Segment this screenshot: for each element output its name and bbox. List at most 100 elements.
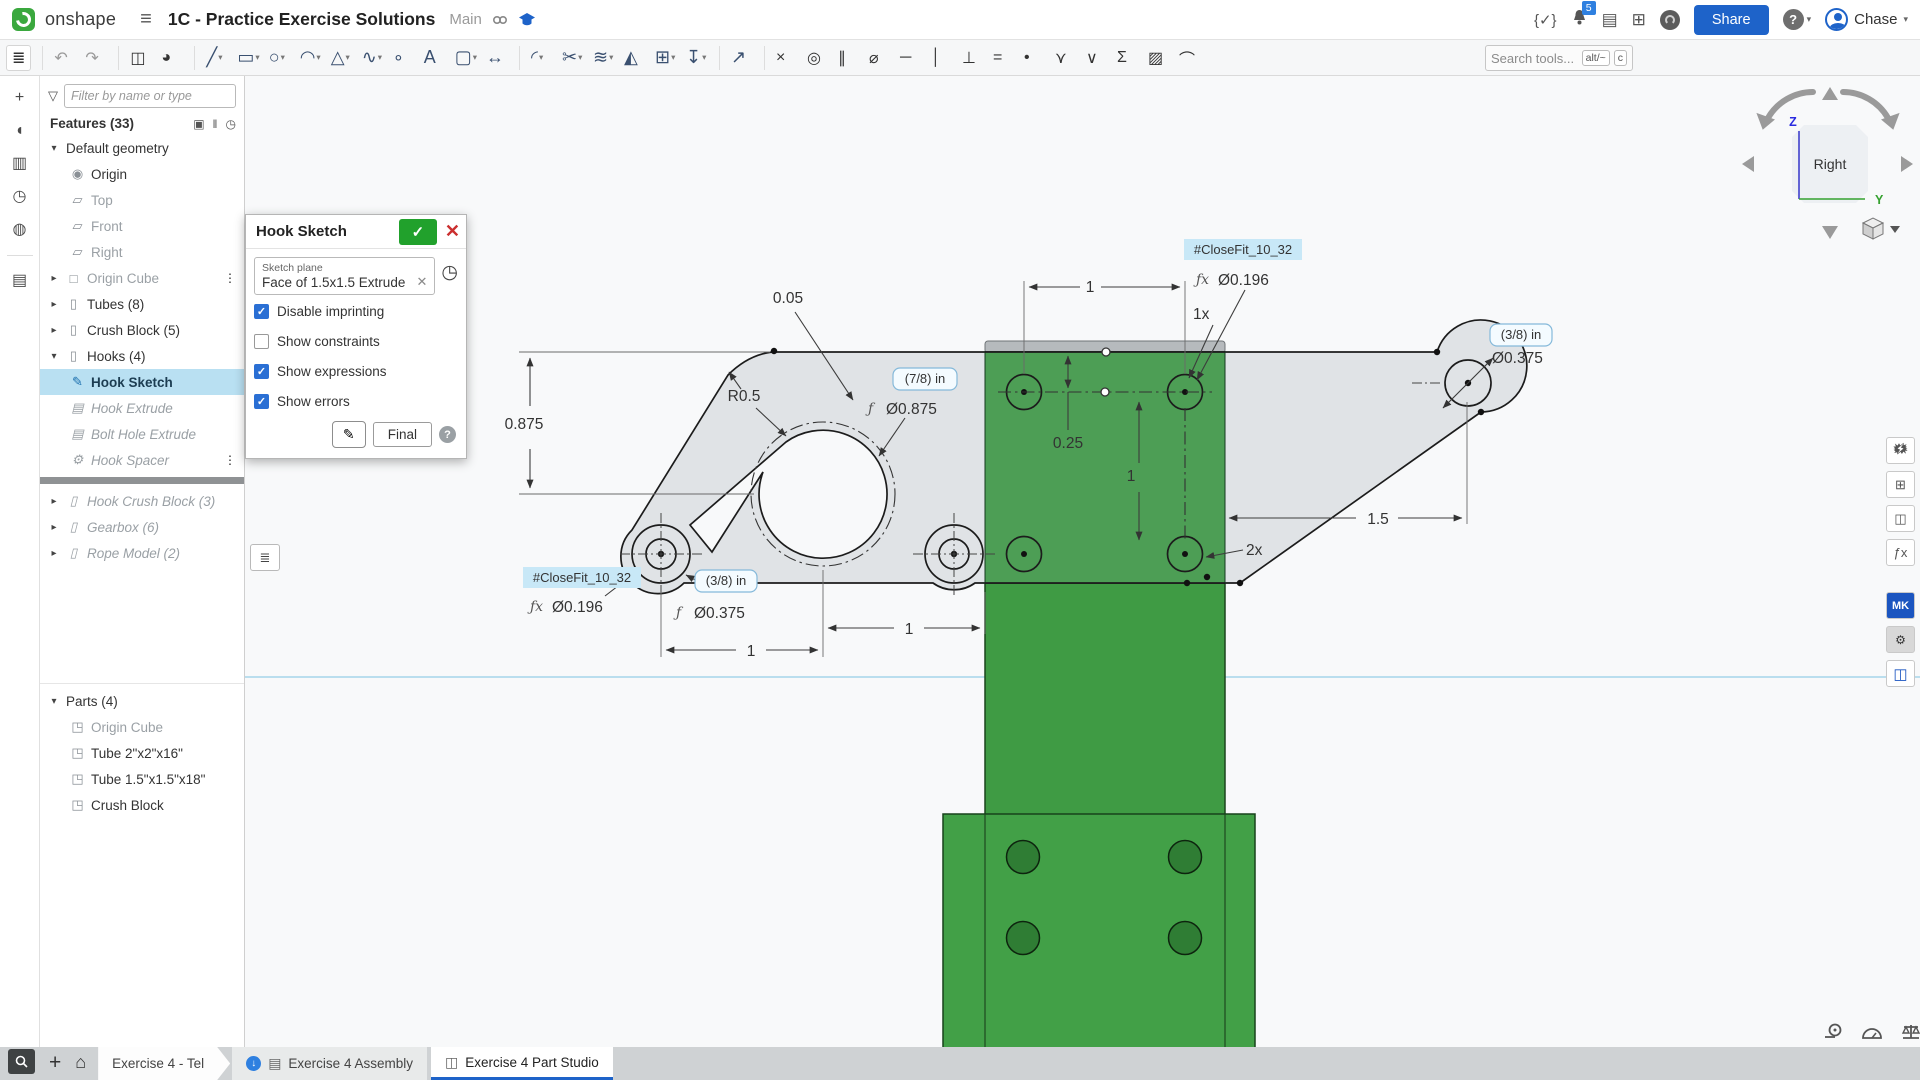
new-folder-icon[interactable]: ▣ — [193, 117, 204, 131]
show-curvature-icon[interactable]: ⌒ — [1179, 46, 1201, 70]
feature-row-tubes-folder[interactable]: ▸ ▯ Tubes (8) — [40, 291, 244, 317]
mass-properties-icon[interactable] — [1900, 1022, 1920, 1042]
cancel-button[interactable]: ✕ — [445, 221, 460, 242]
chevron-down-icon[interactable]: ▾ — [48, 351, 60, 362]
feature-row-hook-sketch[interactable]: ✎ Hook Sketch — [40, 369, 244, 395]
versions-icon[interactable]: {✓} — [1534, 11, 1557, 29]
trim-tool-icon[interactable]: ✂▾ — [562, 47, 584, 68]
new-tab-icon[interactable]: + — [49, 1051, 61, 1075]
dim-height-label[interactable]: 0.875 — [505, 416, 544, 433]
constraint-horizontal-icon[interactable]: ─ — [900, 49, 922, 67]
filter-icon[interactable]: ▽ — [48, 88, 58, 104]
accept-button[interactable]: ✓ — [399, 219, 437, 245]
feature-row-origin-cube[interactable]: ▸ □ Origin Cube ⋮ — [40, 265, 244, 291]
protractor-icon[interactable] — [1860, 1022, 1884, 1042]
constraint-symmetric-icon[interactable]: ⋎ — [1055, 48, 1077, 68]
closefit-top-label[interactable]: #CloseFit_10_32 — [1194, 242, 1292, 257]
insert-dxf-icon[interactable]: ↧▾ — [686, 47, 708, 68]
checkbox-unchecked-icon[interactable] — [254, 334, 269, 349]
history-icon[interactable]: ◷ — [13, 189, 27, 205]
feature-row-rope-model-folder[interactable]: ▸ ▯ Rope Model (2) — [40, 540, 244, 566]
rollback-bar[interactable] — [40, 477, 244, 484]
config-table-panel-icon[interactable]: ◫ — [1886, 505, 1915, 532]
documentation-panel-icon[interactable]: ◫ — [1886, 660, 1915, 687]
part-row-origin-cube[interactable]: ◳ Origin Cube — [40, 714, 244, 740]
rectangle-tool-icon[interactable]: ▭▾ — [237, 47, 259, 68]
main-menu-icon[interactable]: ≡ — [140, 8, 152, 31]
learning-center-icon[interactable] — [518, 12, 536, 27]
chevron-right-icon[interactable]: ▸ — [48, 522, 60, 533]
help-icon[interactable]: ? — [1783, 9, 1804, 30]
graphics-canvas[interactable]: 0.05 R0.5 0.875 (7/8) in ƒ Ø0.875 #Close… — [245, 76, 1920, 1047]
view-mode-cube-icon[interactable] — [1863, 218, 1900, 239]
polygon-tool-icon[interactable]: △▾ — [331, 47, 353, 68]
user-menu[interactable]: Chase ▾ — [1825, 8, 1908, 31]
fit-38-right-label[interactable]: (3/8) in — [1501, 327, 1541, 342]
feature-row-hook-crush-block-folder[interactable]: ▸ ▯ Hook Crush Block (3) — [40, 488, 244, 514]
feature-row-top-plane[interactable]: ▱ Top — [40, 187, 244, 213]
dim-1-vert-label[interactable]: 1 — [1127, 468, 1136, 485]
chevron-right-icon[interactable]: ▸ — [48, 496, 60, 507]
comments-icon[interactable]: ◖ — [15, 123, 25, 139]
feature-row-hooks-folder[interactable]: ▾ ▯ Hooks (4) — [40, 343, 244, 369]
line-tool-icon[interactable]: ╱▾ — [206, 47, 228, 68]
feature-row-hook-spacer[interactable]: ⚙ Hook Spacer ⋮ — [40, 447, 244, 473]
constraint-normal-icon[interactable]: ∨ — [1086, 48, 1108, 68]
learn-assistant-icon[interactable] — [1660, 10, 1680, 30]
offset-tool-icon[interactable]: ≋▾ — [593, 47, 615, 68]
dim-1-bottom-left-label[interactable]: 1 — [747, 643, 756, 660]
search-tabs-icon[interactable] — [8, 1049, 35, 1074]
tab-exercise-4-tel[interactable]: Exercise 4 - Tel — [98, 1047, 230, 1080]
checkbox-disable-imprinting[interactable]: ✓ Disable imprinting — [254, 297, 458, 325]
constraint-midpoint-icon[interactable]: • — [1024, 49, 1046, 67]
dim-gap-label[interactable]: 0.05 — [773, 290, 803, 307]
tab-exercise-4-part-studio[interactable]: ◫ Exercise 4 Part Studio — [431, 1047, 613, 1080]
final-button[interactable]: Final — [373, 422, 432, 447]
tape-measure-icon[interactable] — [1822, 1022, 1844, 1042]
feature-row-bolt-hole-extrude[interactable]: ▤ Bolt Hole Extrude — [40, 421, 244, 447]
rotate-down-arrow-icon[interactable] — [1822, 226, 1838, 239]
slot-tool-icon[interactable]: ▢▾ — [455, 47, 477, 68]
revolve-icon[interactable]: ◕ — [161, 49, 183, 67]
constraint-concentric-icon[interactable]: ◎ — [807, 48, 829, 68]
checkbox-checked-icon[interactable]: ✓ — [254, 394, 269, 409]
feature-row-origin[interactable]: ◉ Origin — [40, 161, 244, 187]
checkbox-checked-icon[interactable]: ✓ — [254, 364, 269, 379]
view-cube-face-label[interactable]: Right — [1814, 156, 1847, 172]
arc-tool-icon[interactable]: ◠▾ — [300, 47, 322, 68]
edit-notes-icon[interactable]: ▥ — [12, 156, 27, 172]
feature-row-hook-extrude[interactable]: ▤ Hook Extrude — [40, 395, 244, 421]
constraint-tangent-icon[interactable]: ⌀ — [869, 48, 891, 68]
sketch-mode-icon-button[interactable]: ✎ — [332, 421, 366, 448]
rotate-right-arrow-icon[interactable] — [1843, 92, 1888, 118]
dim-025-label[interactable]: 0.25 — [1053, 435, 1083, 452]
point-tool-icon[interactable]: ∘ — [393, 47, 415, 68]
kebab-menu-icon[interactable]: ⋮ — [224, 271, 236, 285]
fillet-tool-icon[interactable]: ◜▾ — [531, 47, 553, 68]
feature-statistics-icon[interactable]: ◷ — [226, 117, 236, 131]
part-row-crush-block[interactable]: ◳ Crush Block — [40, 792, 244, 818]
dialog-help-icon[interactable]: ? — [439, 426, 456, 443]
insert-feature-icon[interactable]: + — [15, 90, 24, 106]
dia-0196-top-label[interactable]: Ø0.196 — [1218, 272, 1269, 289]
dimension-tool-icon[interactable]: ↔ — [486, 47, 508, 68]
fit-38-left-label[interactable]: (3/8) in — [706, 573, 746, 588]
dia-0375-right-label[interactable]: Ø0.375 — [1492, 350, 1543, 367]
sketch-plane-field[interactable]: Sketch plane Face of 1.5x1.5 Extrude ✕ — [254, 257, 435, 295]
circle-tool-icon[interactable]: ○▾ — [269, 47, 291, 68]
feature-row-right-plane[interactable]: ▱ Right — [40, 239, 244, 265]
constraint-perpendicular-icon[interactable]: ⊥ — [962, 48, 984, 68]
transform-tool-icon[interactable]: ↗ — [731, 47, 753, 68]
onshape-logo-icon[interactable] — [12, 8, 35, 31]
configurations-icon[interactable]: ▤ — [12, 273, 27, 289]
dia-0375-left-label[interactable]: Ø0.375 — [694, 605, 745, 622]
share-link-icon[interactable] — [492, 12, 508, 28]
filter-input[interactable]: Filter by name or type — [64, 84, 236, 108]
constraint-parallel-icon[interactable]: ∥ — [838, 48, 860, 68]
part-row-tube-2x2x16[interactable]: ◳ Tube 2"x2"x16" — [40, 740, 244, 766]
checkbox-show-expressions[interactable]: ✓ Show expressions — [254, 357, 458, 385]
closefit-bottom-label[interactable]: #CloseFit_10_32 — [533, 570, 631, 585]
rotate-left-side-arrow-icon[interactable] — [1742, 156, 1754, 172]
dia-0875-label[interactable]: Ø0.875 — [886, 401, 937, 418]
feature-list-toggle-icon[interactable]: ≣ — [6, 45, 31, 71]
